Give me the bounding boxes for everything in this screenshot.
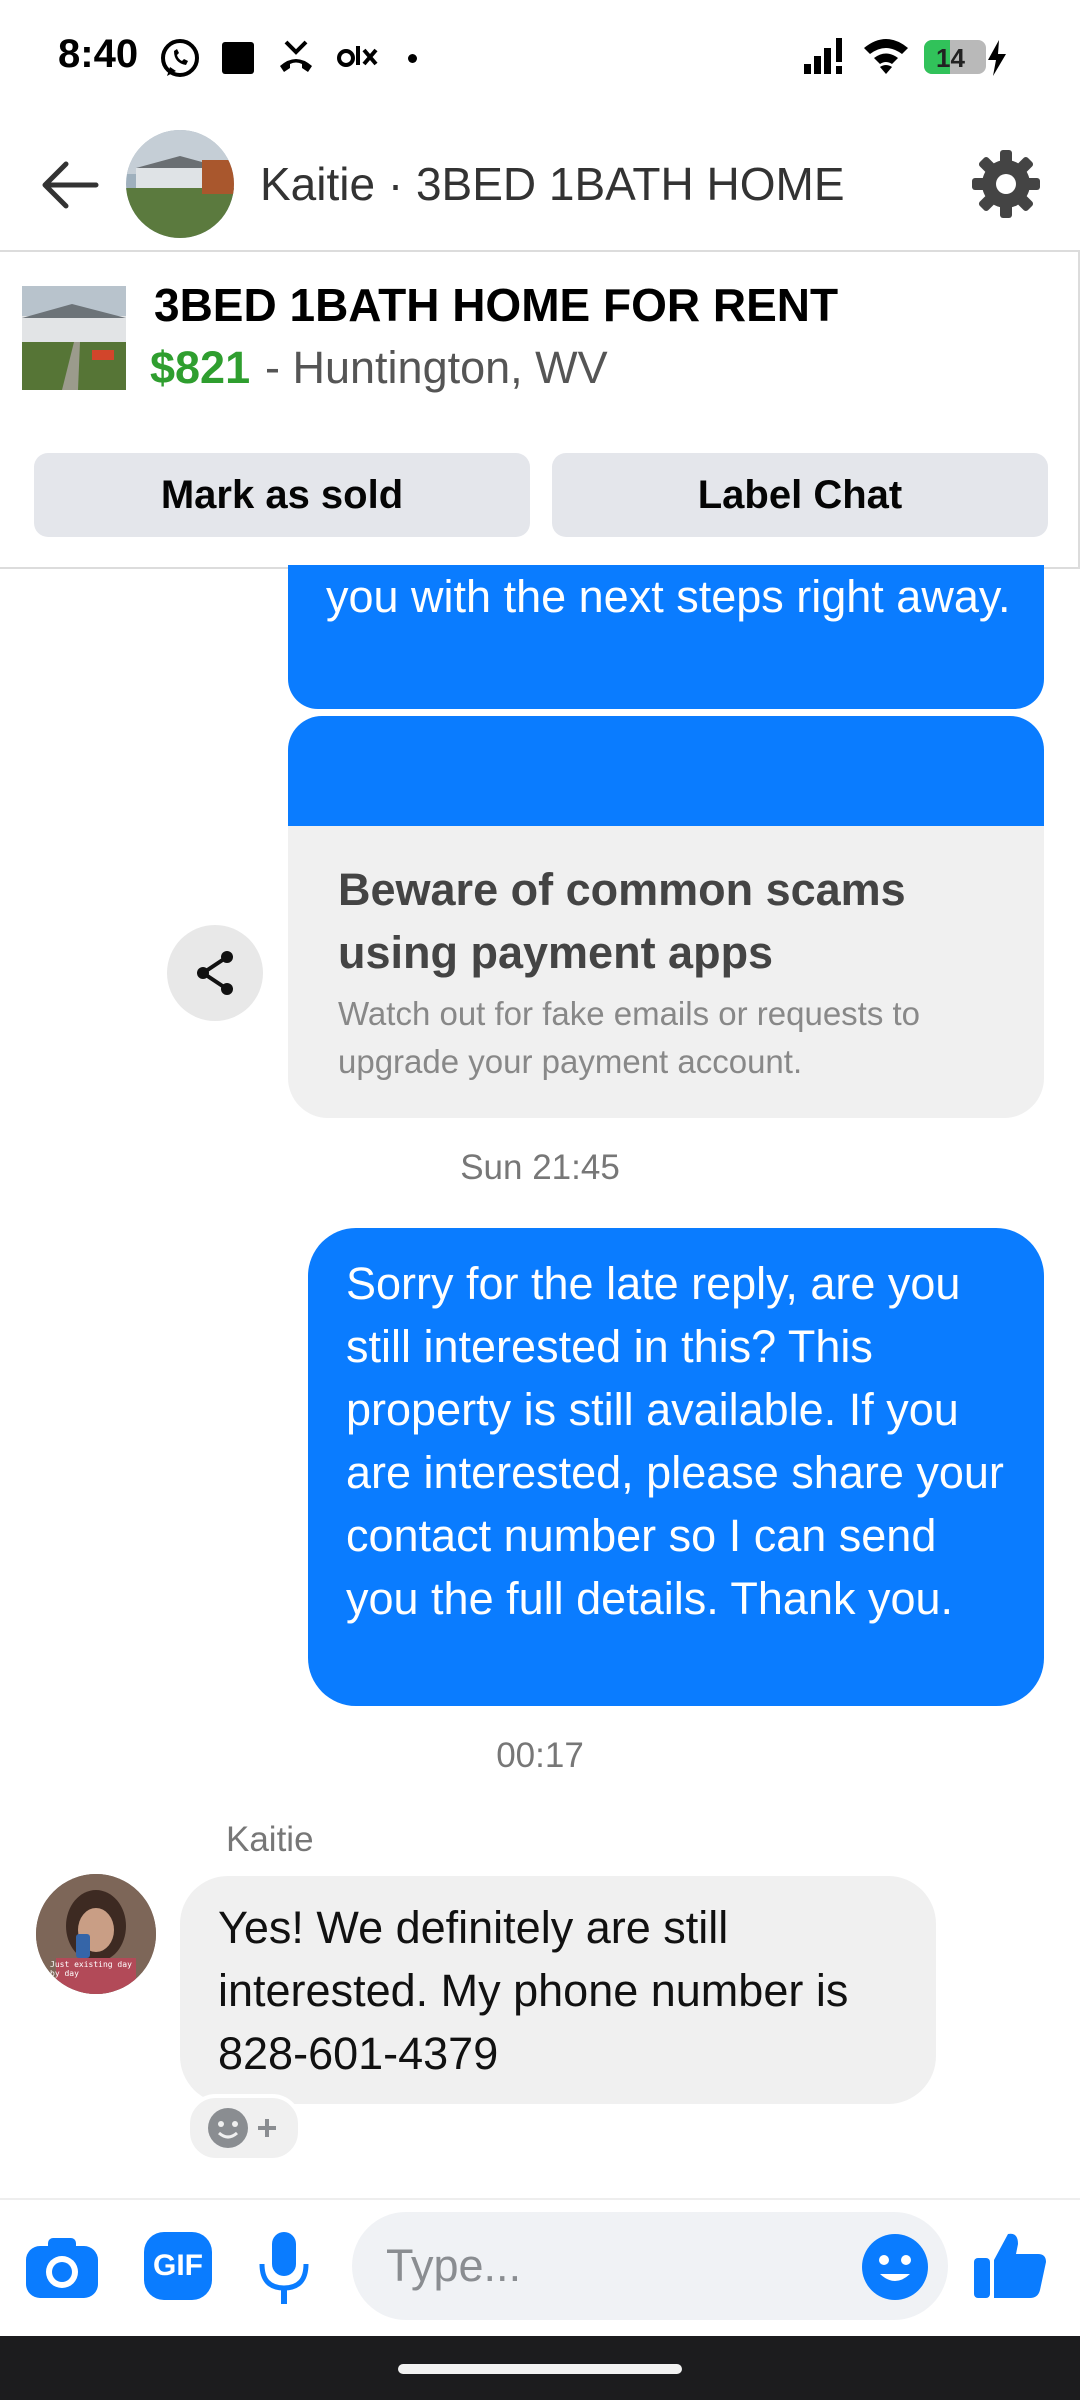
message-text: Yes! We definitely are still interested.… <box>218 1902 849 2079</box>
charging-icon <box>988 40 1006 76</box>
listing-title: 3BED 1BATH HOME FOR RENT <box>154 279 839 331</box>
sender-avatar[interactable]: Just existing day by day <box>36 1874 156 1994</box>
status-bar: 8:40 14 <box>0 0 1080 115</box>
message-timestamp: Sun 21:45 <box>460 1148 620 1187</box>
battery-level: 14 <box>936 43 965 73</box>
message-input[interactable]: Type... <box>352 2212 948 2320</box>
square-icon <box>222 42 254 74</box>
back-arrow-icon[interactable] <box>36 150 106 220</box>
reaction-smiley-icon <box>208 2108 276 2148</box>
share-icon <box>197 951 233 995</box>
signal-icon <box>804 38 842 74</box>
message-text: you with the next steps right away. <box>326 571 1011 622</box>
dot-icon <box>408 54 417 63</box>
sender-name: Kaitie <box>226 1820 314 1859</box>
missed-call-icon <box>280 40 312 72</box>
listing-avatar[interactable] <box>126 130 234 238</box>
label-chat-button[interactable]: Label Chat <box>552 453 1048 537</box>
received-message-bubble[interactable]: Yes! We definitely are still interested.… <box>180 1876 936 2104</box>
listing-thumbnail[interactable] <box>22 286 126 390</box>
listing-location: - Huntington, WV <box>265 342 608 393</box>
message-timestamp: 00:17 <box>496 1736 584 1775</box>
status-time: 8:40 <box>58 32 139 76</box>
add-reaction-button[interactable] <box>186 2094 302 2162</box>
share-button[interactable] <box>167 925 263 1021</box>
listing-price: $821 <box>150 342 251 393</box>
gif-button[interactable]: GIF <box>144 2232 212 2300</box>
settings-gear-icon[interactable] <box>970 148 1042 220</box>
avatar-caption: Just existing day by day <box>50 1960 132 1978</box>
whatsapp-icon <box>161 39 199 77</box>
battery-icon: 14 <box>924 40 986 74</box>
message-input-placeholder: Type... <box>386 2240 522 2291</box>
home-indicator[interactable] <box>398 2364 682 2374</box>
sent-message-bubble[interactable]: you with the next steps right away. <box>288 565 1044 709</box>
microphone-icon[interactable] <box>254 2228 314 2308</box>
chat-title[interactable]: Kaitie · 3BED 1BATH HOME <box>260 157 845 211</box>
olx-icon <box>337 46 378 67</box>
sent-message-bubble[interactable]: Sorry for the late reply, are you still … <box>308 1228 1044 1706</box>
emoji-icon[interactable] <box>860 2232 930 2302</box>
thumbs-up-icon[interactable] <box>972 2226 1048 2302</box>
wifi-icon <box>864 39 908 74</box>
scam-card-title: Beware of common scams using payment app… <box>338 864 906 978</box>
scam-card-body: Watch out for fake emails or requests to… <box>338 995 921 1080</box>
message-text: Sorry for the late reply, are you still … <box>346 1258 1004 1624</box>
mark-as-sold-button[interactable]: Mark as sold <box>34 453 530 537</box>
scam-warning-card[interactable]: Beware of common scams using payment app… <box>288 826 1044 1118</box>
camera-icon[interactable] <box>24 2230 100 2306</box>
scam-card-header <box>288 716 1044 828</box>
